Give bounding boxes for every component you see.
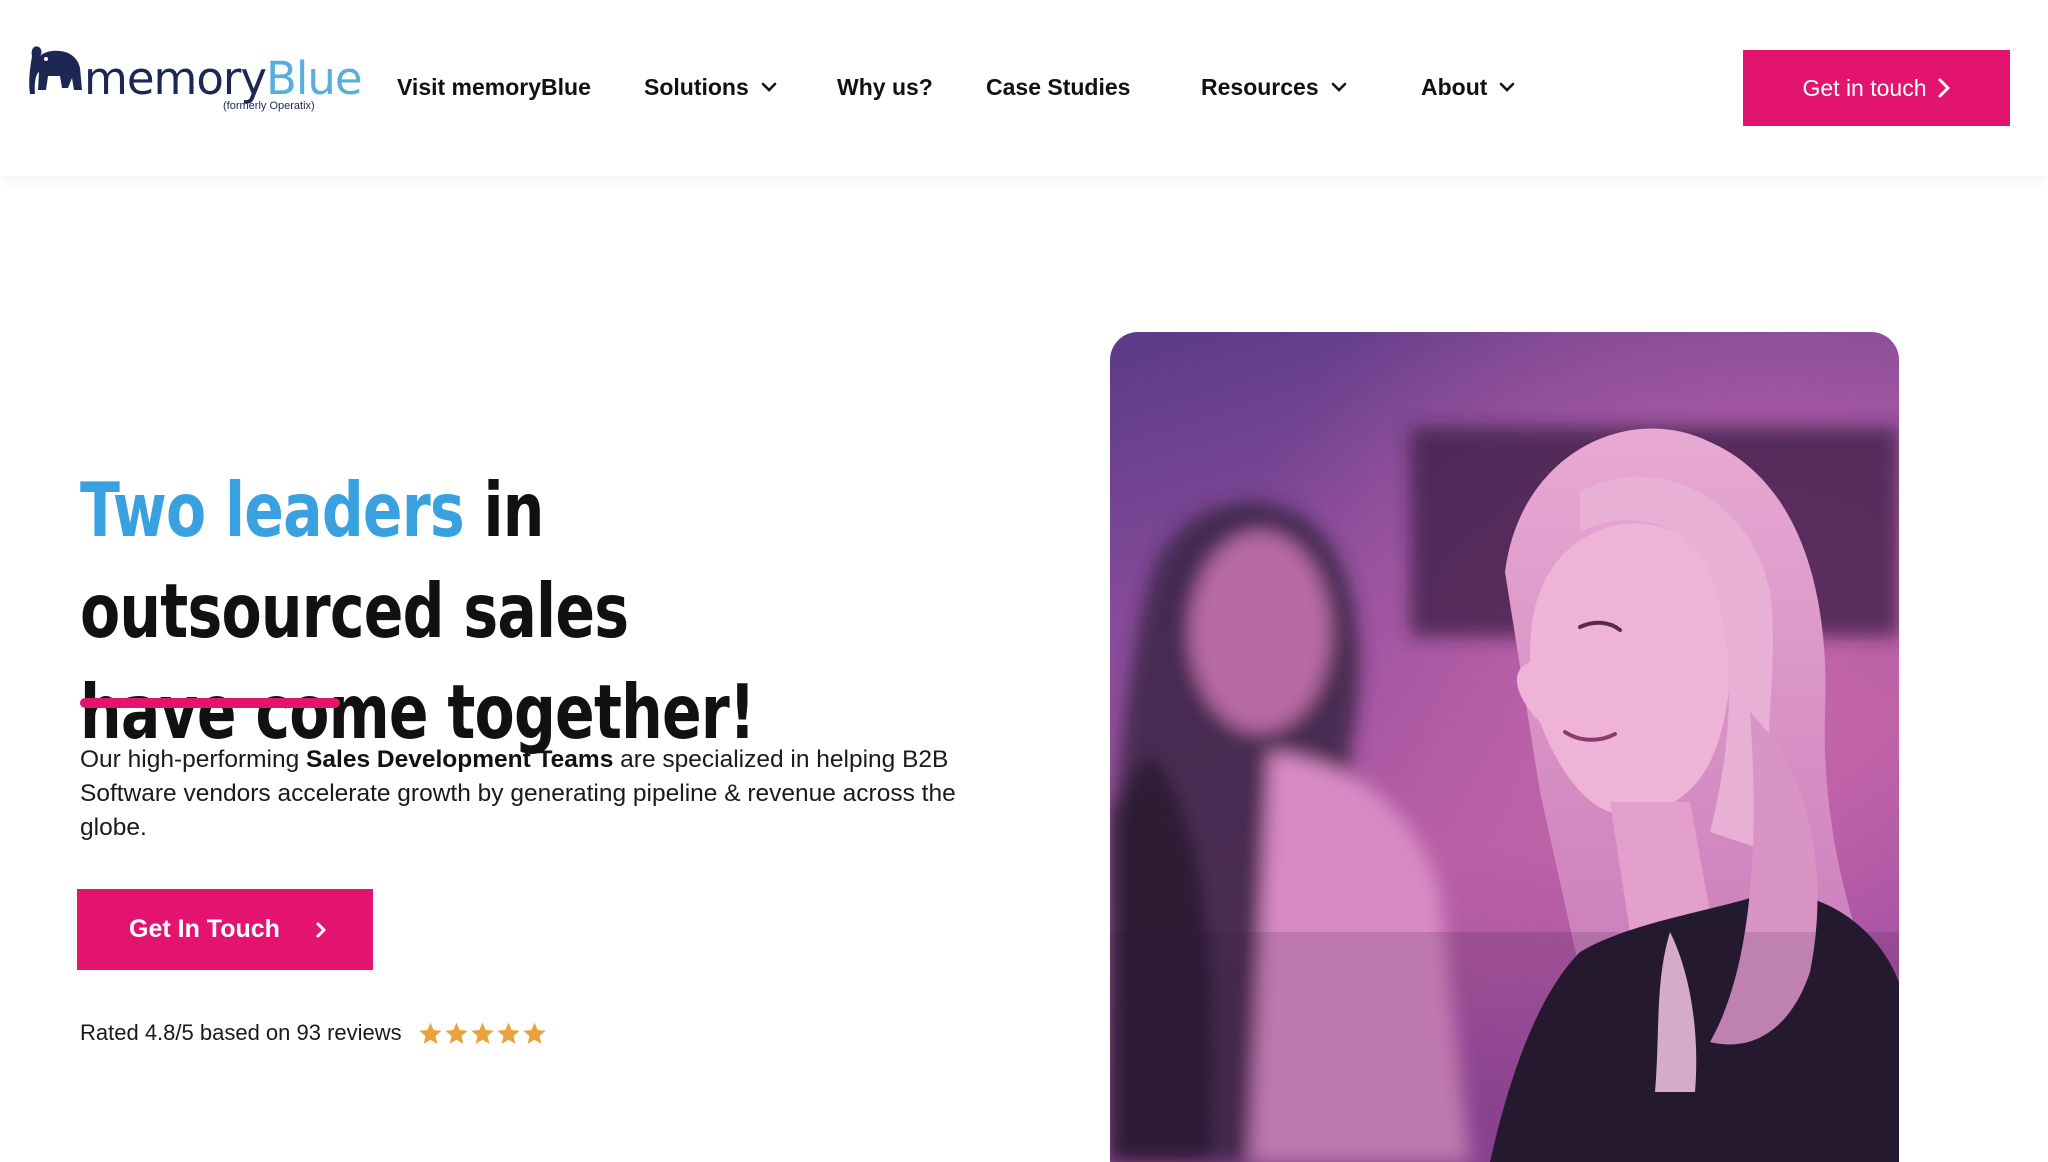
star-icon: [419, 1022, 442, 1044]
accent-divider: [80, 698, 340, 708]
nav-about[interactable]: About: [1421, 70, 1515, 104]
site-header: memoryBlue (formerly Operatix) Visit mem…: [0, 0, 2048, 176]
nav-label: Visit memoryBlue: [397, 73, 591, 100]
star-icon: [523, 1022, 546, 1044]
desc-prefix: Our high-performing: [80, 746, 300, 773]
nav-label: Why us?: [837, 73, 933, 100]
chevron-down-icon: [1331, 82, 1346, 92]
hero-headline: Two leaders in outsourced sales have com…: [80, 460, 798, 763]
hero-cta-label: Get In Touch: [129, 915, 280, 943]
rating-row: Rated 4.8/5 based on 93 reviews: [80, 1016, 547, 1050]
chevron-down-icon: [1500, 82, 1515, 92]
desc-bold: Sales Development Teams: [306, 746, 614, 773]
rating-text: Rated 4.8/5 based on 93 reviews: [80, 1020, 402, 1045]
chevron-right-icon: [1938, 78, 1950, 98]
hero-photo: [1110, 332, 1899, 1162]
star-icon: [445, 1022, 468, 1044]
nav-label: Solutions: [644, 73, 749, 100]
nav-label: Case Studies: [986, 73, 1131, 100]
nav-visit-memoryblue[interactable]: Visit memoryBlue: [397, 70, 591, 104]
brand-name-part2: Blue: [266, 52, 363, 105]
nav-label: About: [1421, 73, 1488, 100]
brand-tagline: (formerly Operatix): [223, 100, 315, 112]
hero-get-in-touch-button[interactable]: Get In Touch: [77, 889, 373, 970]
elephant-icon: [29, 46, 82, 94]
chevron-right-icon: [316, 922, 326, 937]
rating-stars: [418, 1021, 547, 1046]
star-icon: [497, 1022, 520, 1044]
brand-wordmark: memoryBlue: [84, 56, 363, 101]
nav-case-studies[interactable]: Case Studies: [986, 70, 1130, 104]
nav-solutions[interactable]: Solutions: [644, 70, 777, 104]
hero-photo-people-icon: [1110, 332, 1899, 1162]
chevron-down-icon: [761, 82, 777, 92]
nav-resources[interactable]: Resources: [1201, 70, 1347, 104]
brand-name-part1: memory: [84, 52, 267, 105]
nav-label: Resources: [1201, 73, 1319, 100]
star-icon: [471, 1022, 494, 1044]
hero-description: Our high-performing Sales Development Te…: [80, 743, 1010, 845]
header-get-in-touch-button[interactable]: Get in touch: [1743, 50, 2010, 126]
nav-why-us[interactable]: Why us?: [837, 70, 933, 104]
brand-logo[interactable]: memoryBlue (formerly Operatix): [26, 38, 363, 118]
header-cta-label: Get in touch: [1802, 74, 1927, 101]
headline-highlight: Two leaders: [80, 466, 465, 554]
